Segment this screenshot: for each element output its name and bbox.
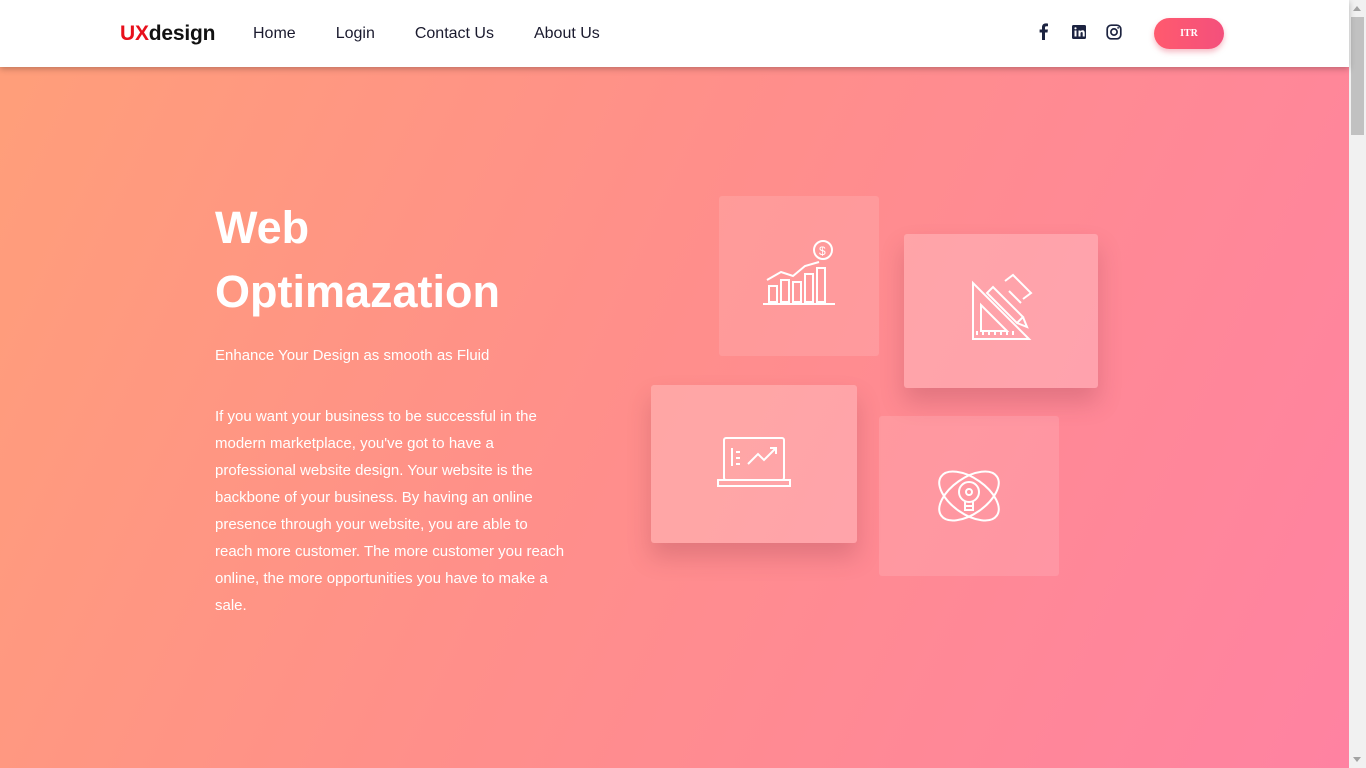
- logo-suffix: design: [148, 22, 216, 45]
- nav-login[interactable]: Login: [336, 25, 375, 43]
- top-navbar: UXdesign Home Login Contact Us About Us …: [0, 0, 1349, 67]
- feature-card-analytics: [651, 385, 857, 543]
- logo[interactable]: UXdesign: [120, 22, 215, 46]
- feature-card-idea: [879, 416, 1059, 576]
- feature-card-design: [904, 234, 1098, 388]
- social-links: [1034, 22, 1139, 42]
- linkedin-icon[interactable]: [1069, 22, 1089, 42]
- idea-bulb-icon: [938, 470, 1000, 522]
- instagram-icon[interactable]: [1104, 22, 1124, 42]
- hero-subtitle: Enhance Your Design as smooth as Fluid: [215, 347, 490, 364]
- feature-card-growth: $: [719, 196, 879, 356]
- scroll-thumb[interactable]: [1351, 17, 1364, 135]
- svg-text:$: $: [819, 244, 826, 258]
- nav-links: Home Login Contact Us About Us: [253, 25, 640, 43]
- scroll-down-icon[interactable]: [1353, 757, 1361, 762]
- nav-about-us[interactable]: About Us: [534, 25, 600, 43]
- hero-title-line2: Optimazation: [215, 266, 501, 317]
- scrollbar[interactable]: [1349, 0, 1366, 768]
- nav-home[interactable]: Home: [253, 25, 296, 43]
- laptop-analytics-icon: [717, 437, 791, 487]
- logo-prefix: UX: [120, 22, 149, 45]
- hero-title-line1: Web: [215, 202, 310, 253]
- hero-description: If you want your business to be successf…: [215, 408, 565, 614]
- scroll-up-icon[interactable]: [1353, 6, 1361, 11]
- nav-contact-us[interactable]: Contact Us: [415, 25, 494, 43]
- design-tools-icon: [972, 273, 1033, 340]
- growth-chart-icon: $: [763, 240, 835, 305]
- itr-button[interactable]: ITR: [1154, 18, 1224, 49]
- facebook-icon[interactable]: [1034, 22, 1054, 42]
- hero-title: Web Optimazation: [215, 196, 500, 324]
